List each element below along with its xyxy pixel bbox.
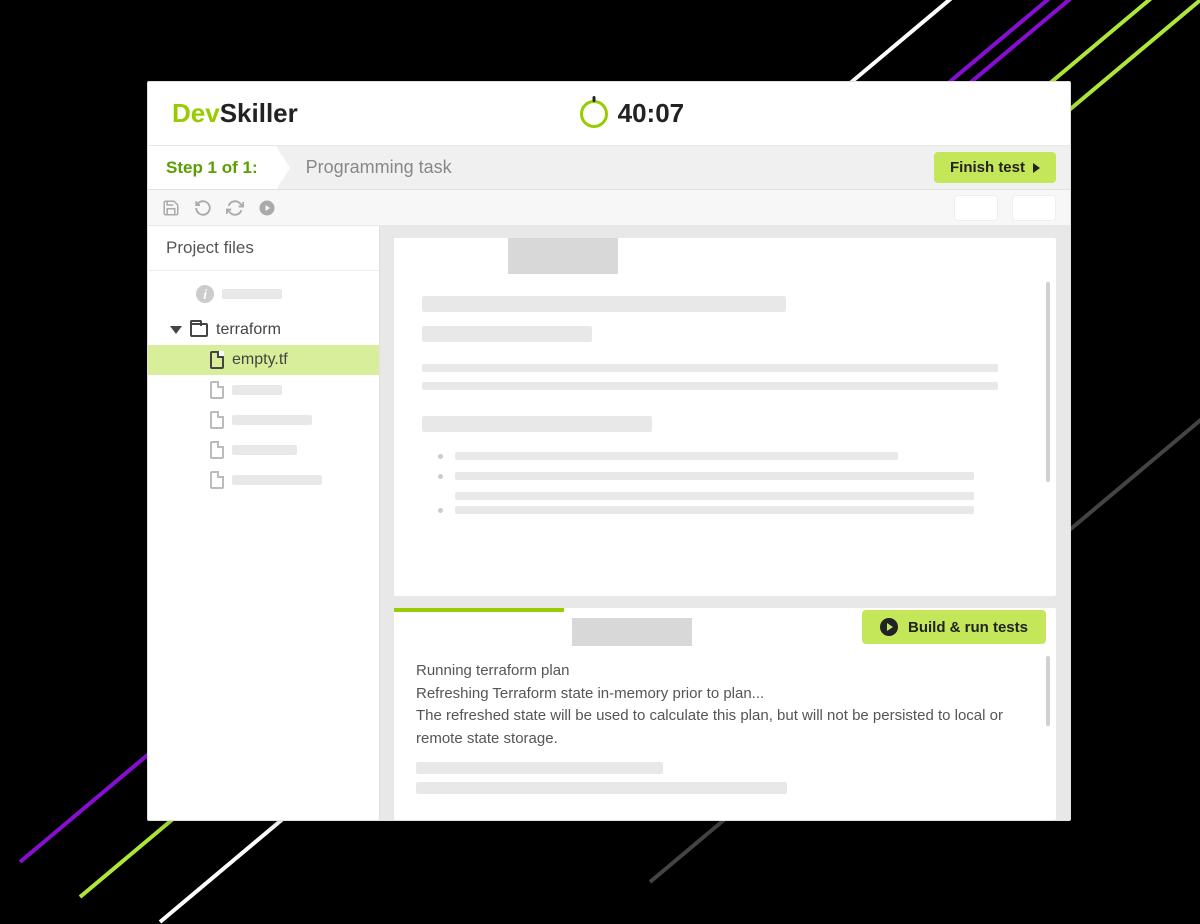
tree-file-placeholder[interactable] [148,465,379,495]
caret-down-icon [170,326,182,334]
file-tree: i terraform empty.tf [148,271,379,503]
play-circle-icon [880,618,898,636]
editor-scrollbar[interactable] [1046,282,1050,482]
step-bar: Step 1 of 1: Programming task Finish tes… [148,146,1070,190]
build-run-tests-button[interactable]: Build & run tests [862,610,1046,644]
undo-icon[interactable] [194,199,212,217]
console-output[interactable]: Running terraform plan Refreshing Terraf… [394,646,1056,820]
tree-file-empty-tf[interactable]: empty.tf [148,345,379,375]
header: DevSkiller 40:07 [148,82,1070,146]
step-label: Programming task [306,157,452,178]
play-icon[interactable] [258,199,276,217]
editor-panel [394,238,1056,596]
tree-info-row[interactable]: i [148,279,379,309]
editor-tabs [394,238,1056,274]
console-tab[interactable] [572,618,692,646]
console-line: The refreshed state will be used to calc… [416,705,1034,750]
sidebar-title: Project files [148,226,379,271]
info-icon: i [196,285,214,303]
toolbar-button[interactable] [954,195,998,221]
tree-file-placeholder[interactable] [148,405,379,435]
file-icon [210,351,224,369]
refresh-icon[interactable] [226,199,244,217]
file-icon [210,381,224,399]
tree-file-placeholder[interactable] [148,435,379,465]
step-indicator: Step 1 of 1: [148,146,276,189]
stopwatch-icon [580,100,608,128]
console-panel: Build & run tests Running terraform plan… [394,608,1056,820]
console-scrollbar[interactable] [1046,656,1050,726]
logo: DevSkiller [172,98,298,129]
timer: 40:07 [580,98,685,129]
tree-folder-terraform[interactable]: terraform [148,315,379,345]
finish-test-button[interactable]: Finish test [934,152,1056,183]
toolbar-button[interactable] [1012,195,1056,221]
save-icon[interactable] [162,199,180,217]
editor-toolbar [148,190,1070,226]
project-sidebar: Project files i terraform empty.tf [148,226,380,820]
console-tabs: Build & run tests [394,608,1056,646]
file-icon [210,441,224,459]
folder-icon [190,323,208,337]
app-window: DevSkiller 40:07 Step 1 of 1: Programmin… [147,81,1071,821]
tree-file-placeholder[interactable] [148,375,379,405]
console-line: Refreshing Terraform state in-memory pri… [416,683,1034,706]
file-icon [210,411,224,429]
editor-content[interactable] [394,274,1056,596]
editor-tab-active[interactable] [394,238,504,274]
timer-value: 40:07 [618,98,685,129]
editor-tab[interactable] [508,238,618,274]
console-tab-active[interactable] [394,608,564,646]
file-icon [210,471,224,489]
chevron-right-icon [1033,163,1040,173]
console-line: Running terraform plan [416,660,1034,683]
